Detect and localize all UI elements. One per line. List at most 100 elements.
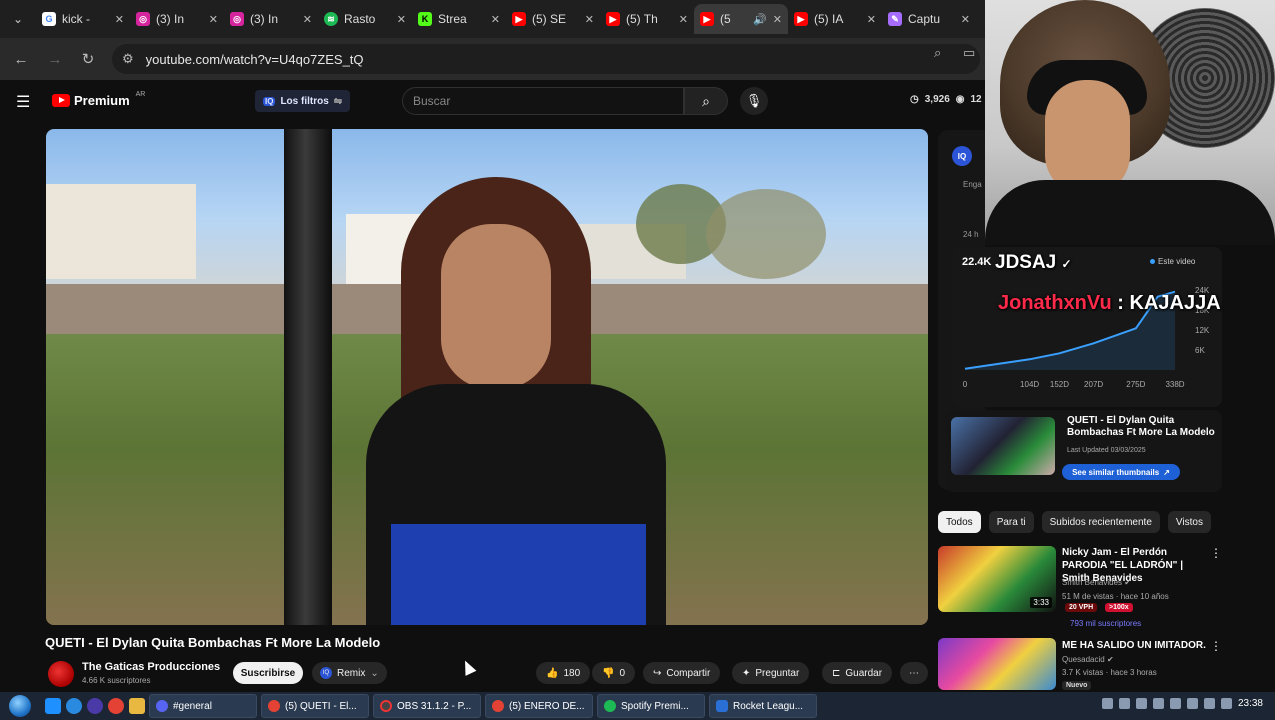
tray-app-icon[interactable] bbox=[1186, 698, 1198, 709]
forward-arrow-icon[interactable]: → bbox=[44, 48, 66, 70]
microphone-icon: 🎙 bbox=[745, 93, 763, 108]
like-button[interactable]: 👍 180 bbox=[536, 662, 591, 684]
close-tab-icon[interactable]: ✕ bbox=[867, 13, 876, 26]
search-button[interactable]: ⌕ bbox=[684, 87, 728, 115]
save-button[interactable]: ⊏ Guardar bbox=[822, 662, 893, 684]
search-input[interactable]: Buscar bbox=[402, 87, 684, 115]
tray-arrow-icon[interactable] bbox=[1101, 698, 1113, 709]
chip-para-ti[interactable]: Para ti bbox=[988, 511, 1034, 533]
chip-subidos[interactable]: Subidos recientemente bbox=[1041, 511, 1160, 533]
sliders-icon: ⇋ bbox=[333, 95, 343, 107]
browser-tab[interactable]: ◎ (3) In ✕ bbox=[224, 4, 318, 34]
thumbnail-date: Last Updated 03/03/2025 bbox=[1067, 447, 1146, 454]
close-tab-icon[interactable]: ✕ bbox=[585, 13, 594, 26]
thumbnail-image[interactable] bbox=[951, 417, 1055, 475]
ie-icon[interactable] bbox=[45, 698, 61, 714]
back-arrow-icon[interactable]: ← bbox=[10, 48, 32, 70]
browser-tab[interactable]: ▶ (5) IA ✕ bbox=[788, 4, 882, 34]
youtube-icon: ▶ bbox=[700, 12, 714, 26]
taskbar-item[interactable]: (5) ENERO DE... bbox=[485, 694, 593, 718]
tray-app-icon[interactable] bbox=[1152, 698, 1164, 709]
close-tab-icon[interactable]: ✕ bbox=[209, 13, 218, 26]
network-icon[interactable] bbox=[1220, 698, 1232, 709]
volume-icon[interactable] bbox=[1203, 698, 1215, 709]
close-tab-icon[interactable]: ✕ bbox=[397, 13, 406, 26]
browser-tab[interactable]: ▶ (5) SE ✕ bbox=[506, 4, 600, 34]
close-tab-icon[interactable]: ✕ bbox=[961, 13, 970, 26]
close-tab-icon[interactable]: ✕ bbox=[491, 13, 500, 26]
chevron-down-icon: ✓ bbox=[1061, 257, 1072, 271]
recommended-channel[interactable]: Smith Benavides ✔ bbox=[1062, 578, 1131, 587]
taskbar-item[interactable]: Spotify Premi... bbox=[597, 694, 705, 718]
more-vertical-icon[interactable]: ⋮ bbox=[1210, 639, 1222, 653]
recommended-thumbnail[interactable] bbox=[938, 638, 1056, 690]
ask-button[interactable]: ✦ Preguntar bbox=[732, 662, 810, 684]
rocket-league-icon bbox=[716, 700, 728, 712]
more-actions-button[interactable]: ⋯ bbox=[900, 662, 928, 684]
recommended-title[interactable]: ME HA SALIDO UN IMITADOR. bbox=[1062, 639, 1212, 652]
system-tray: 23:38 bbox=[1101, 698, 1263, 709]
taskbar-item[interactable]: (5) QUETI - El... bbox=[261, 694, 369, 718]
address-bar[interactable]: ⚙ youtube.com/watch?v=U4qo7ZES_tQ bbox=[112, 44, 980, 74]
close-tab-icon[interactable]: ✕ bbox=[303, 13, 312, 26]
recommended-channel[interactable]: Quesadacid ✔ bbox=[1062, 655, 1114, 664]
tray-app-icon[interactable] bbox=[1118, 698, 1130, 709]
browser-tab[interactable]: ▶ (5) Th ✕ bbox=[600, 4, 694, 34]
more-vertical-icon[interactable]: ⋮ bbox=[1210, 546, 1222, 560]
site-info-icon[interactable]: ⚙ bbox=[122, 51, 134, 67]
youtube-premium-logo[interactable]: Premium AR bbox=[52, 91, 145, 108]
taskbar-item[interactable]: Rocket Leagu... bbox=[709, 694, 817, 718]
start-button[interactable] bbox=[0, 692, 40, 720]
taskbar-item[interactable]: OBS 31.1.2 - P... bbox=[373, 694, 481, 718]
speaker-icon[interactable]: 🔊 bbox=[753, 13, 767, 26]
chrome-icon bbox=[268, 700, 280, 712]
browser-tab[interactable]: ✎ Captu ✕ bbox=[882, 4, 976, 34]
chrome-icon[interactable] bbox=[108, 698, 124, 714]
similar-thumbnails-button[interactable]: See similar thumbnails ↗ bbox=[1062, 464, 1180, 480]
close-tab-icon[interactable]: ✕ bbox=[679, 13, 688, 26]
voice-search-button[interactable]: 🎙 bbox=[740, 87, 768, 115]
external-link-icon: ↗ bbox=[1163, 467, 1170, 477]
webcam-face bbox=[1045, 80, 1130, 195]
instagram-icon: ◎ bbox=[136, 12, 150, 26]
video-frame-tree bbox=[706, 189, 826, 279]
browser-tab[interactable]: ≋ Rasto ✕ bbox=[318, 4, 412, 34]
share-button[interactable]: ↪ Compartir bbox=[643, 662, 721, 684]
browser-tab-active[interactable]: ▶ (5 🔊 ✕ bbox=[694, 4, 788, 34]
views-total: 22.4K bbox=[962, 256, 992, 268]
recommended-meta: 3.7 K vistas · hace 3 horas bbox=[1062, 668, 1157, 677]
spotify-icon bbox=[604, 700, 616, 712]
browser-tab[interactable]: K Strea ✕ bbox=[412, 4, 506, 34]
filters-button[interactable]: IQ Los filtros ⇋ bbox=[255, 90, 351, 112]
cast-icon[interactable]: ▭ bbox=[963, 45, 981, 63]
remix-button[interactable]: IQ Remix ⌄ bbox=[312, 662, 387, 684]
recommended-thumbnail[interactable]: 3:33 bbox=[938, 546, 1056, 612]
channel-name[interactable]: The Gaticas Producciones bbox=[82, 661, 220, 673]
folder-icon[interactable] bbox=[129, 698, 145, 714]
media-player-icon[interactable] bbox=[87, 698, 103, 714]
video-player[interactable] bbox=[46, 129, 928, 625]
clock[interactable]: 23:38 bbox=[1238, 698, 1263, 709]
reload-icon[interactable]: ↻ bbox=[77, 48, 99, 70]
chip-todos[interactable]: Todos bbox=[938, 511, 981, 533]
tray-app-icon[interactable] bbox=[1135, 698, 1147, 709]
subscribe-button[interactable]: Suscribirse bbox=[233, 662, 303, 684]
close-tab-icon[interactable]: ✕ bbox=[115, 13, 124, 26]
tray-app-icon[interactable] bbox=[1169, 698, 1181, 709]
hamburger-menu-icon[interactable]: ☰ bbox=[16, 92, 34, 112]
youtube-icon: ▶ bbox=[794, 12, 808, 26]
taskbar-item[interactable]: #general bbox=[149, 694, 257, 718]
browser-tab[interactable]: ◎ (3) In ✕ bbox=[130, 4, 224, 34]
browser-tab[interactable]: Gkick - ✕ bbox=[36, 4, 130, 34]
vidiq-logo-icon[interactable]: IQ bbox=[952, 146, 972, 166]
close-tab-icon[interactable]: ✕ bbox=[773, 13, 782, 26]
chat-top-username: JDSAJ ✓ bbox=[995, 252, 1072, 273]
dislike-button[interactable]: 👎 0 bbox=[592, 662, 636, 684]
tab-search-icon[interactable]: ⌄ bbox=[0, 0, 36, 38]
spotify-icon: ≋ bbox=[324, 12, 338, 26]
chip-vistos[interactable]: Vistos bbox=[1167, 511, 1211, 533]
channel-avatar[interactable] bbox=[48, 661, 74, 687]
edge-icon[interactable] bbox=[66, 698, 82, 714]
verified-icon: ✔ bbox=[1124, 578, 1131, 587]
zoom-icon[interactable]: ⌕ bbox=[934, 45, 952, 63]
